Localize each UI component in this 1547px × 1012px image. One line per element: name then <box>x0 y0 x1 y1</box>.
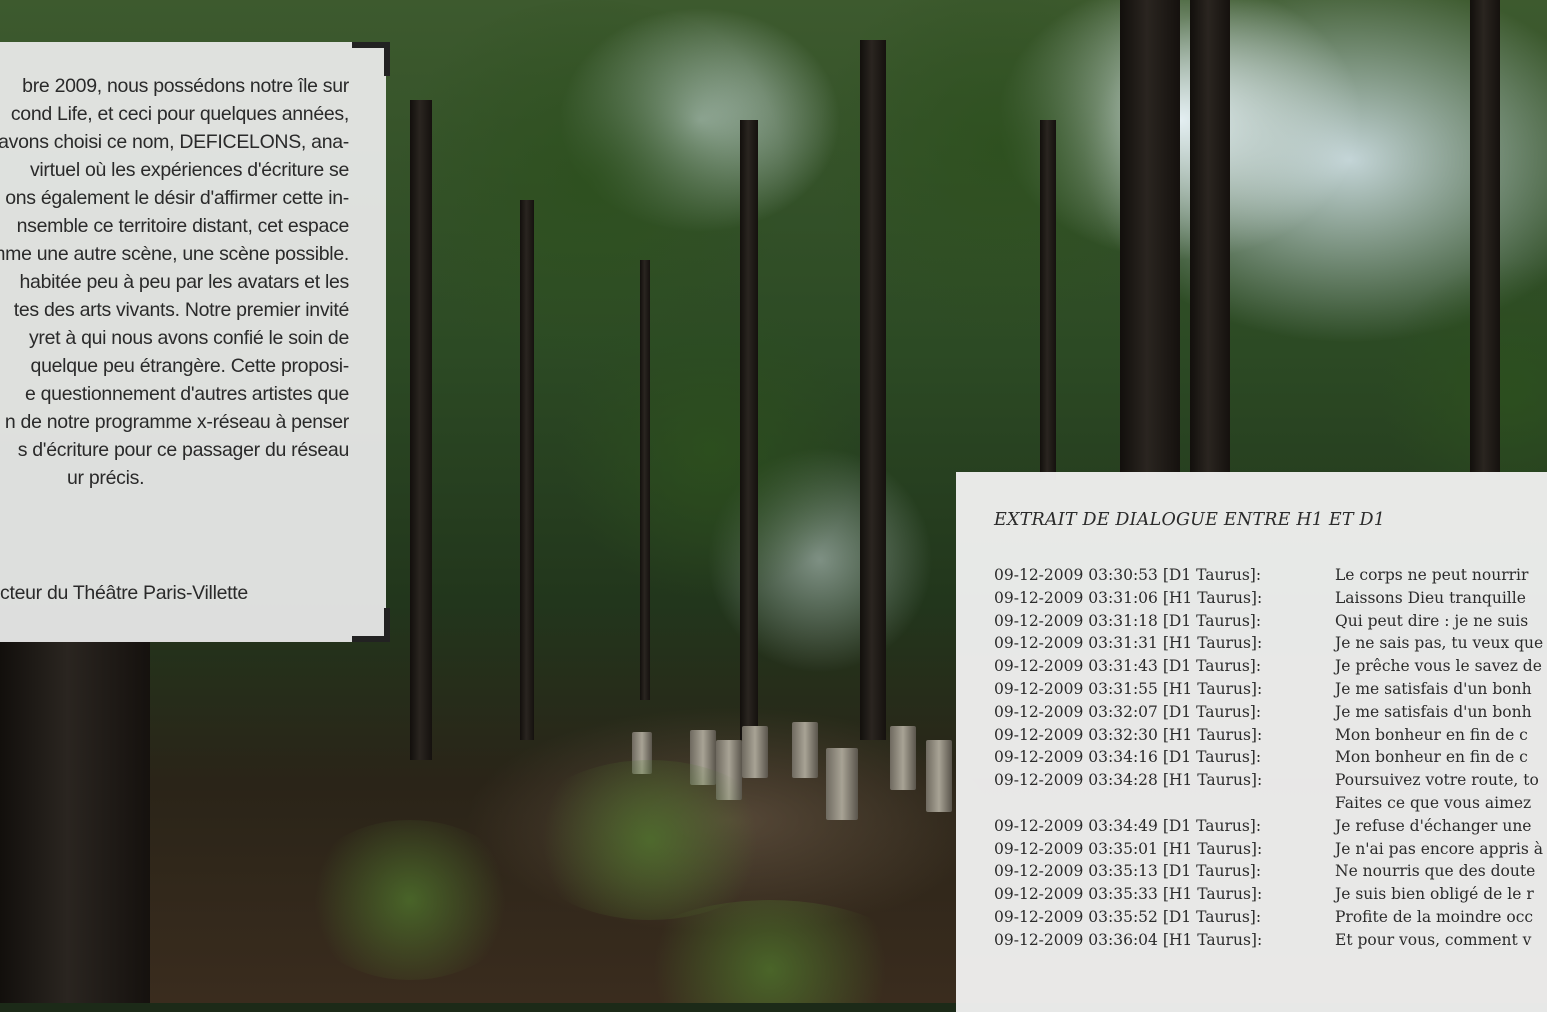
tree-trunk <box>1470 0 1500 480</box>
intro-line: habitée peu à peu par les avatars et les <box>19 271 350 293</box>
dialogue-line: Laissons Dieu tranquille <box>1335 588 1526 607</box>
intro-line: avons choisi ce nom, DEFICELONS, ana- <box>0 131 349 153</box>
intro-line: ur précis. <box>67 467 145 489</box>
dialogue-line: Le corps ne peut nourrir <box>1335 566 1529 584</box>
dialogue-line: Je n'ai pas encore appris à <box>1335 839 1543 858</box>
tree-trunk <box>1120 0 1180 480</box>
dialogue-row: 09-12-2009 03:35:52 [D1 Taurus]: Profite … <box>994 908 1547 931</box>
corner-mark <box>352 636 390 642</box>
intro-paragraph: bre 2009, nous possédons notre île sur c… <box>0 72 349 492</box>
dialogue-row: 09-12-2009 03:36:04 [H1 Taurus]: Et pour … <box>994 931 1547 954</box>
dialogue-row: 09-12-2009 03:31:43 [D1 Taurus]: Je prêch… <box>994 657 1547 680</box>
dialogue-row: 09-12-2009 03:31:06 [H1 Taurus]: Laissons… <box>994 589 1547 612</box>
dialogue-line: Ne nourris que des doute <box>1335 862 1536 881</box>
dialogue-line: Qui peut dire : je ne suis <box>1335 611 1529 630</box>
tree-trunk <box>520 200 534 740</box>
intro-line: cond Life, et ceci pour quelques années, <box>10 103 349 125</box>
intro-line: yret à qui nous avons confié le soin de <box>28 327 349 349</box>
dialogue-timestamp: 09-12-2009 03:34:16 [D1 Taurus]: <box>994 748 1262 767</box>
stone-post <box>792 722 818 778</box>
canopy-foliage <box>560 300 860 600</box>
dialogue-timestamp: 09-12-2009 03:31:55 [H1 Taurus]: <box>994 679 1263 698</box>
dialogue-log: 09-12-2009 03:30:53 [D1 Taurus]: Le corps… <box>994 566 1547 954</box>
dialogue-row: 09-12-2009 03:31:31 [H1 Taurus]: Je ne sa… <box>994 634 1547 657</box>
intro-text-panel: bre 2009, nous possédons notre île sur c… <box>0 42 390 642</box>
dialogue-timestamp: 09-12-2009 03:31:31 [H1 Taurus]: <box>994 634 1263 653</box>
dialogue-row: 09-12-2009 03:32:30 [H1 Taurus]: Mon bonh… <box>994 726 1547 749</box>
dialogue-line: Mon bonheur en fin de c <box>1335 748 1528 767</box>
fern-foliage <box>520 760 780 920</box>
dialogue-row: 09-12-2009 03:31:18 [D1 Taurus]: Qui peut… <box>994 612 1547 635</box>
tree-trunk <box>410 100 432 760</box>
stone-post <box>742 726 768 778</box>
stone-post <box>890 726 916 790</box>
dialogue-timestamp: 09-12-2009 03:30:53 [D1 Taurus]: <box>994 566 1262 584</box>
dialogue-line: Je suis bien obligé de le r <box>1335 885 1534 904</box>
dialogue-row: 09-12-2009 03:31:55 [H1 Taurus]: Je me sa… <box>994 680 1547 703</box>
stone-post <box>926 740 952 812</box>
dialogue-line: Je refuse d'échanger une <box>1335 816 1532 835</box>
dialogue-timestamp: 09-12-2009 03:35:33 [H1 Taurus]: <box>994 885 1263 904</box>
intro-line: nsemble ce territoire distant, cet espac… <box>16 215 350 237</box>
dialogue-timestamp: 09-12-2009 03:35:13 [D1 Taurus]: <box>994 862 1262 881</box>
dialogue-timestamp: 09-12-2009 03:31:06 [H1 Taurus]: <box>994 588 1263 607</box>
dialogue-line: Et pour vous, comment v <box>1335 930 1532 949</box>
dialogue-line: Je prêche vous le savez de <box>1335 657 1542 676</box>
dialogue-timestamp: 09-12-2009 03:35:52 [D1 Taurus]: <box>994 907 1262 926</box>
fern-foliage <box>300 820 520 980</box>
dialogue-timestamp: 09-12-2009 03:31:18 [D1 Taurus]: <box>994 611 1262 630</box>
dialogue-timestamp: 09-12-2009 03:34:49 [D1 Taurus]: <box>994 816 1262 835</box>
dialogue-row: 09-12-2009 03:34:28 [H1 Taurus]: Poursuiv… <box>994 771 1547 794</box>
dialogue-line: Je me satisfais d'un bonh <box>1335 679 1532 698</box>
tree-trunk <box>0 640 150 1003</box>
intro-line: tes des arts vivants. Notre premier invi… <box>13 299 350 321</box>
intro-line: virtuel où les expériences d'écriture se <box>29 159 349 181</box>
dialogue-line: Faites ce que vous aimez <box>1335 793 1532 812</box>
dialogue-row: 09-12-2009 03:32:07 [D1 Taurus]: Je me sa… <box>994 703 1547 726</box>
dialogue-timestamp: 09-12-2009 03:34:28 [H1 Taurus]: <box>994 771 1263 790</box>
dialogue-row: 09-12-2009 03:35:01 [H1 Taurus]: Je n'ai … <box>994 840 1547 863</box>
intro-line: e questionnement d'autres artistes que <box>24 383 349 405</box>
dialogue-timestamp: 09-12-2009 03:32:30 [H1 Taurus]: <box>994 725 1263 744</box>
tree-trunk <box>1190 0 1230 480</box>
dialogue-row: 09-12-2009 03:35:33 [H1 Taurus]: Je suis … <box>994 885 1547 908</box>
tree-trunk <box>860 40 886 740</box>
intro-line: mme une autre scène, une scène possible. <box>0 243 349 265</box>
dialogue-row: 09-12-2009 03:35:13 [D1 Taurus]: Ne nourr… <box>994 862 1547 885</box>
dialogue-timestamp: 09-12-2009 03:35:01 [H1 Taurus]: <box>994 839 1263 858</box>
dialogue-line: Mon bonheur en fin de c <box>1335 725 1528 744</box>
tree-trunk <box>740 120 758 740</box>
dialogue-row: Faites ce que vous aimez <box>994 794 1547 817</box>
dialogue-timestamp: 09-12-2009 03:31:43 [D1 Taurus]: <box>994 657 1262 676</box>
intro-line: n de notre programme x-réseau à penser <box>4 411 349 433</box>
dialogue-line: Poursuivez votre route, to <box>1335 771 1539 790</box>
intro-line: quelque peu étrangère. Cette proposi- <box>30 355 350 377</box>
signature-line: cteur du Théâtre Paris-Villette <box>0 582 248 604</box>
corner-mark <box>352 42 390 48</box>
intro-line: s d'écriture pour ce passager du réseau <box>17 439 350 461</box>
intro-line: ons également le désir d'affirmer cette … <box>5 187 349 209</box>
tree-trunk <box>640 260 650 700</box>
dialogue-panel: EXTRAIT DE DIALOGUE ENTRE H1 ET D1 09-12… <box>956 472 1547 1012</box>
dialogue-timestamp: 09-12-2009 03:32:07 [D1 Taurus]: <box>994 702 1262 721</box>
dialogue-row: 09-12-2009 03:34:16 [D1 Taurus]: Mon bonh… <box>994 748 1547 771</box>
dialogue-row: 09-12-2009 03:34:49 [D1 Taurus]: Je refus… <box>994 817 1547 840</box>
dialogue-line: Je ne sais pas, tu veux que <box>1335 634 1544 653</box>
dialogue-line: Je me satisfais d'un bonh <box>1335 702 1532 721</box>
intro-line: bre 2009, nous possédons notre île sur <box>22 75 349 97</box>
tree-trunk <box>1040 120 1056 480</box>
dialogue-timestamp: 09-12-2009 03:36:04 [H1 Taurus]: <box>994 930 1263 949</box>
stone-post <box>826 748 858 820</box>
dialogue-title: EXTRAIT DE DIALOGUE ENTRE H1 ET D1 <box>994 510 1386 530</box>
dialogue-line: Profite de la moindre occ <box>1335 907 1534 926</box>
dialogue-row: 09-12-2009 03:30:53 [D1 Taurus]: Le corps… <box>994 566 1547 589</box>
